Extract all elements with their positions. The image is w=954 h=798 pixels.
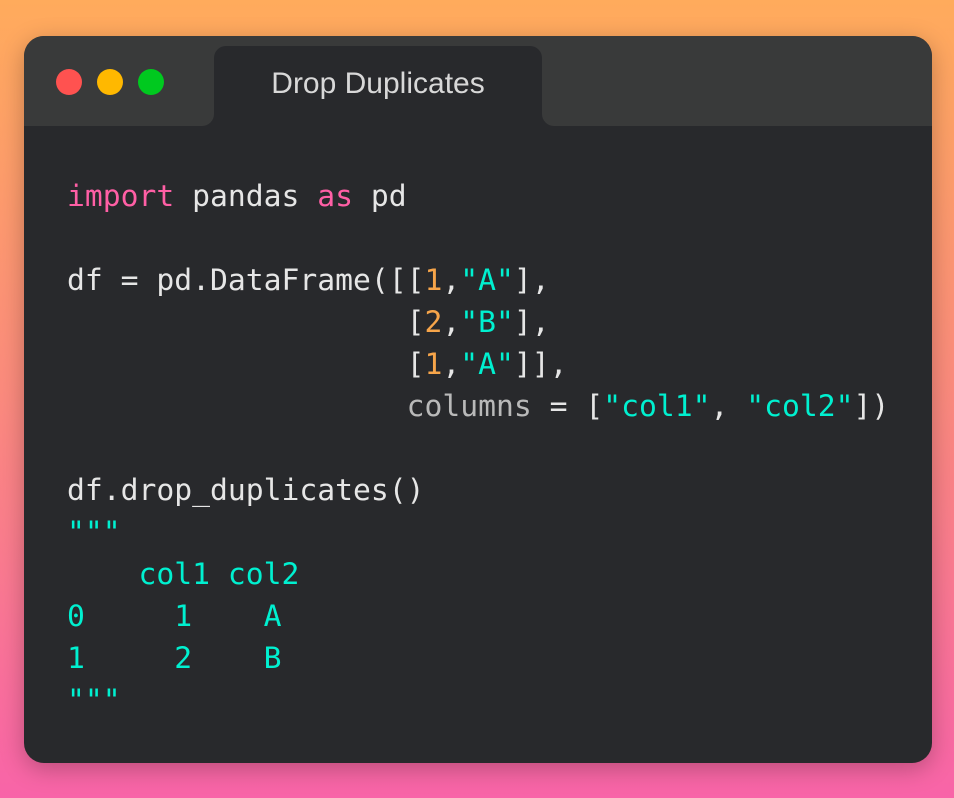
output-line: col1 col2	[67, 557, 300, 592]
code-text: df.drop_duplicates()	[67, 473, 425, 508]
code-text: ],	[513, 263, 550, 298]
keyword-argument: columns	[406, 389, 532, 424]
keyword: as	[317, 179, 353, 214]
code-text: = [	[531, 389, 604, 424]
output-line: """	[67, 683, 121, 718]
code-text: [	[406, 347, 425, 382]
title-bar: Drop Duplicates	[24, 36, 932, 126]
string: "B"	[460, 305, 514, 340]
maximize-button[interactable]	[138, 69, 164, 95]
code-text: ,	[442, 305, 461, 340]
code-text: df = pd.DataFrame([[	[67, 263, 425, 298]
code-line: import pandas as pd	[67, 176, 889, 218]
output-line: 0 1 A	[67, 599, 282, 634]
minimize-button[interactable]	[97, 69, 123, 95]
close-button[interactable]	[56, 69, 82, 95]
string: "col1"	[603, 389, 711, 424]
code-line: [1,"A"]],	[67, 344, 889, 386]
code-text: pandas	[174, 179, 318, 214]
code-text: ,	[442, 347, 461, 382]
code-text: ,	[710, 389, 747, 424]
code-text: ,	[442, 263, 461, 298]
code-window: Drop Duplicates import pandas as pd df =…	[24, 36, 932, 763]
code-text: pd	[353, 179, 407, 214]
code-line: df.drop_duplicates()	[67, 470, 889, 512]
output-line: 1 2 B	[67, 641, 282, 676]
code-text: ],	[513, 305, 550, 340]
code-text: ])	[853, 389, 890, 424]
code-line: columns = ["col1", "col2"])	[67, 386, 890, 428]
number: 2	[424, 305, 443, 340]
string: "col2"	[746, 389, 854, 424]
tab-label: Drop Duplicates	[271, 67, 485, 100]
code-text: [	[406, 305, 425, 340]
code-line: df = pd.DataFrame([[1,"A"],	[67, 260, 889, 302]
number: 1	[424, 263, 443, 298]
code-line: [2,"B"],	[67, 302, 889, 344]
number: 1	[424, 347, 443, 382]
code-text: ]],	[513, 347, 568, 382]
string: "A"	[460, 263, 514, 298]
keyword: import	[67, 179, 175, 214]
string: "A"	[460, 347, 514, 382]
output-line: """	[67, 515, 121, 550]
code-block: import pandas as pd df = pd.DataFrame([[…	[67, 176, 889, 722]
tab-drop-duplicates[interactable]: Drop Duplicates	[214, 46, 542, 126]
